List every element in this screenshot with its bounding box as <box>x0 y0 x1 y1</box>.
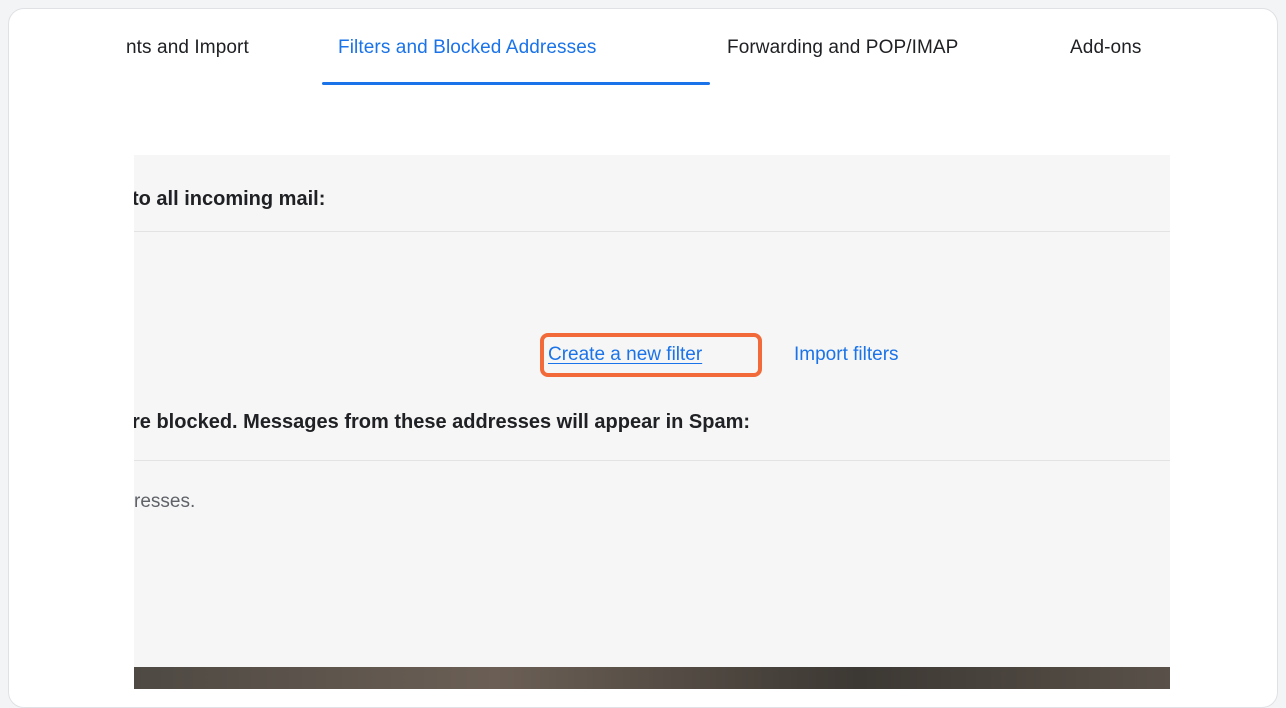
settings-tabs: nts and Import Filters and Blocked Addre… <box>9 9 1277 89</box>
create-filter-highlight <box>540 333 762 377</box>
filters-heading: to all incoming mail: <box>134 188 326 210</box>
filters-divider <box>134 231 1170 232</box>
import-filters-link[interactable]: Import filters <box>794 344 899 366</box>
settings-card: nts and Import Filters and Blocked Addre… <box>8 8 1278 708</box>
background-strip <box>134 667 1170 689</box>
tab-forwarding-and-pop-imap[interactable]: Forwarding and POP/IMAP <box>727 37 958 59</box>
filters-panel: to all incoming mail: Create a new filte… <box>134 155 1170 689</box>
active-tab-indicator <box>322 82 710 85</box>
tab-filters-and-blocked-addresses[interactable]: Filters and Blocked Addresses <box>338 37 596 59</box>
tab-accounts-and-import[interactable]: nts and Import <box>126 37 249 59</box>
blocked-divider <box>134 460 1170 461</box>
blocked-addresses-heading: re blocked. Messages from these addresse… <box>134 411 751 433</box>
tab-add-ons[interactable]: Add-ons <box>1070 37 1141 59</box>
blocked-empty-text: resses. <box>134 491 196 512</box>
